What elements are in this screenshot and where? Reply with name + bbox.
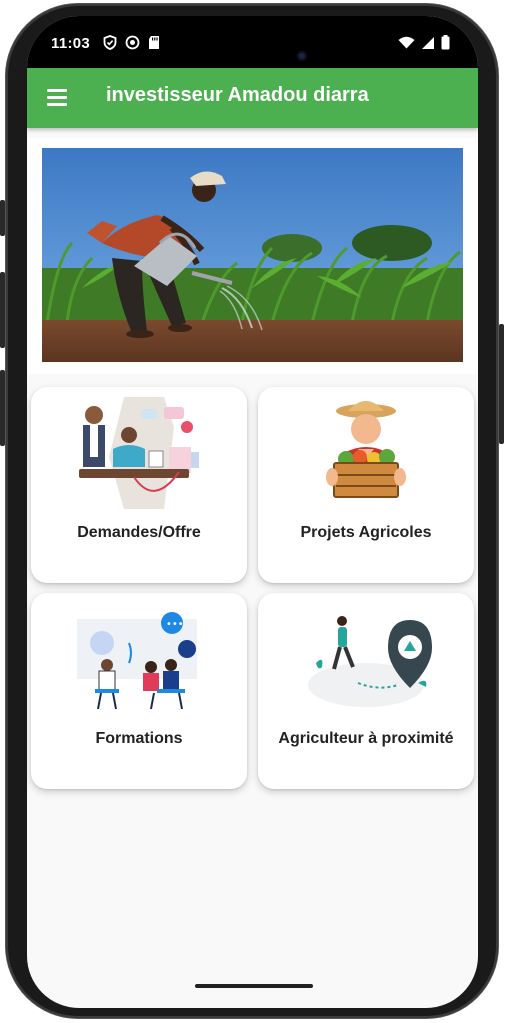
- location-pin-walker-illustration-icon: [308, 616, 432, 707]
- svg-text:•••: •••: [166, 619, 184, 630]
- power-button: [499, 324, 504, 444]
- training-group-illustration-icon: •••: [77, 612, 197, 710]
- shield-icon: [103, 35, 117, 50]
- card-formations[interactable]: ••• Formations: [31, 593, 247, 789]
- circle-icon: [125, 35, 140, 50]
- business-meeting-illustration-icon: [79, 397, 199, 509]
- action-button: [0, 200, 5, 236]
- signal-icon: [422, 36, 434, 49]
- banner-farmer-watering-image: [42, 148, 463, 362]
- card-label: Formations: [95, 730, 183, 747]
- card-label: Projets Agricoles: [300, 524, 432, 541]
- wifi-icon: [398, 36, 415, 49]
- card-demandes-offre[interactable]: Demandes/Offre: [31, 387, 247, 583]
- volume-down-button: [0, 370, 5, 446]
- status-time: 11:03: [51, 35, 91, 52]
- screen: 11:03 investisseur Amadou diarra Demande…: [27, 16, 478, 1008]
- banner-container: [27, 138, 478, 374]
- card-label: Demandes/Offre: [77, 524, 201, 541]
- sdcard-icon: [149, 36, 159, 49]
- volume-up-button: [0, 272, 5, 348]
- card-projets-agricoles[interactable]: Projets Agricoles: [258, 387, 474, 583]
- battery-icon: [441, 35, 450, 50]
- farmer-vegetable-crate-illustration-icon: [326, 401, 406, 498]
- card-label: Agriculteur à proximité: [278, 730, 454, 747]
- app-title: investisseur Amadou diarra: [106, 84, 369, 106]
- menu-icon[interactable]: [47, 89, 67, 106]
- front-camera: [297, 51, 307, 61]
- notch: [183, 16, 325, 74]
- app-bar: investisseur Amadou diarra: [27, 68, 478, 128]
- card-agriculteur-proximite[interactable]: Agriculteur à proximité: [258, 593, 474, 789]
- home-indicator[interactable]: [195, 984, 313, 988]
